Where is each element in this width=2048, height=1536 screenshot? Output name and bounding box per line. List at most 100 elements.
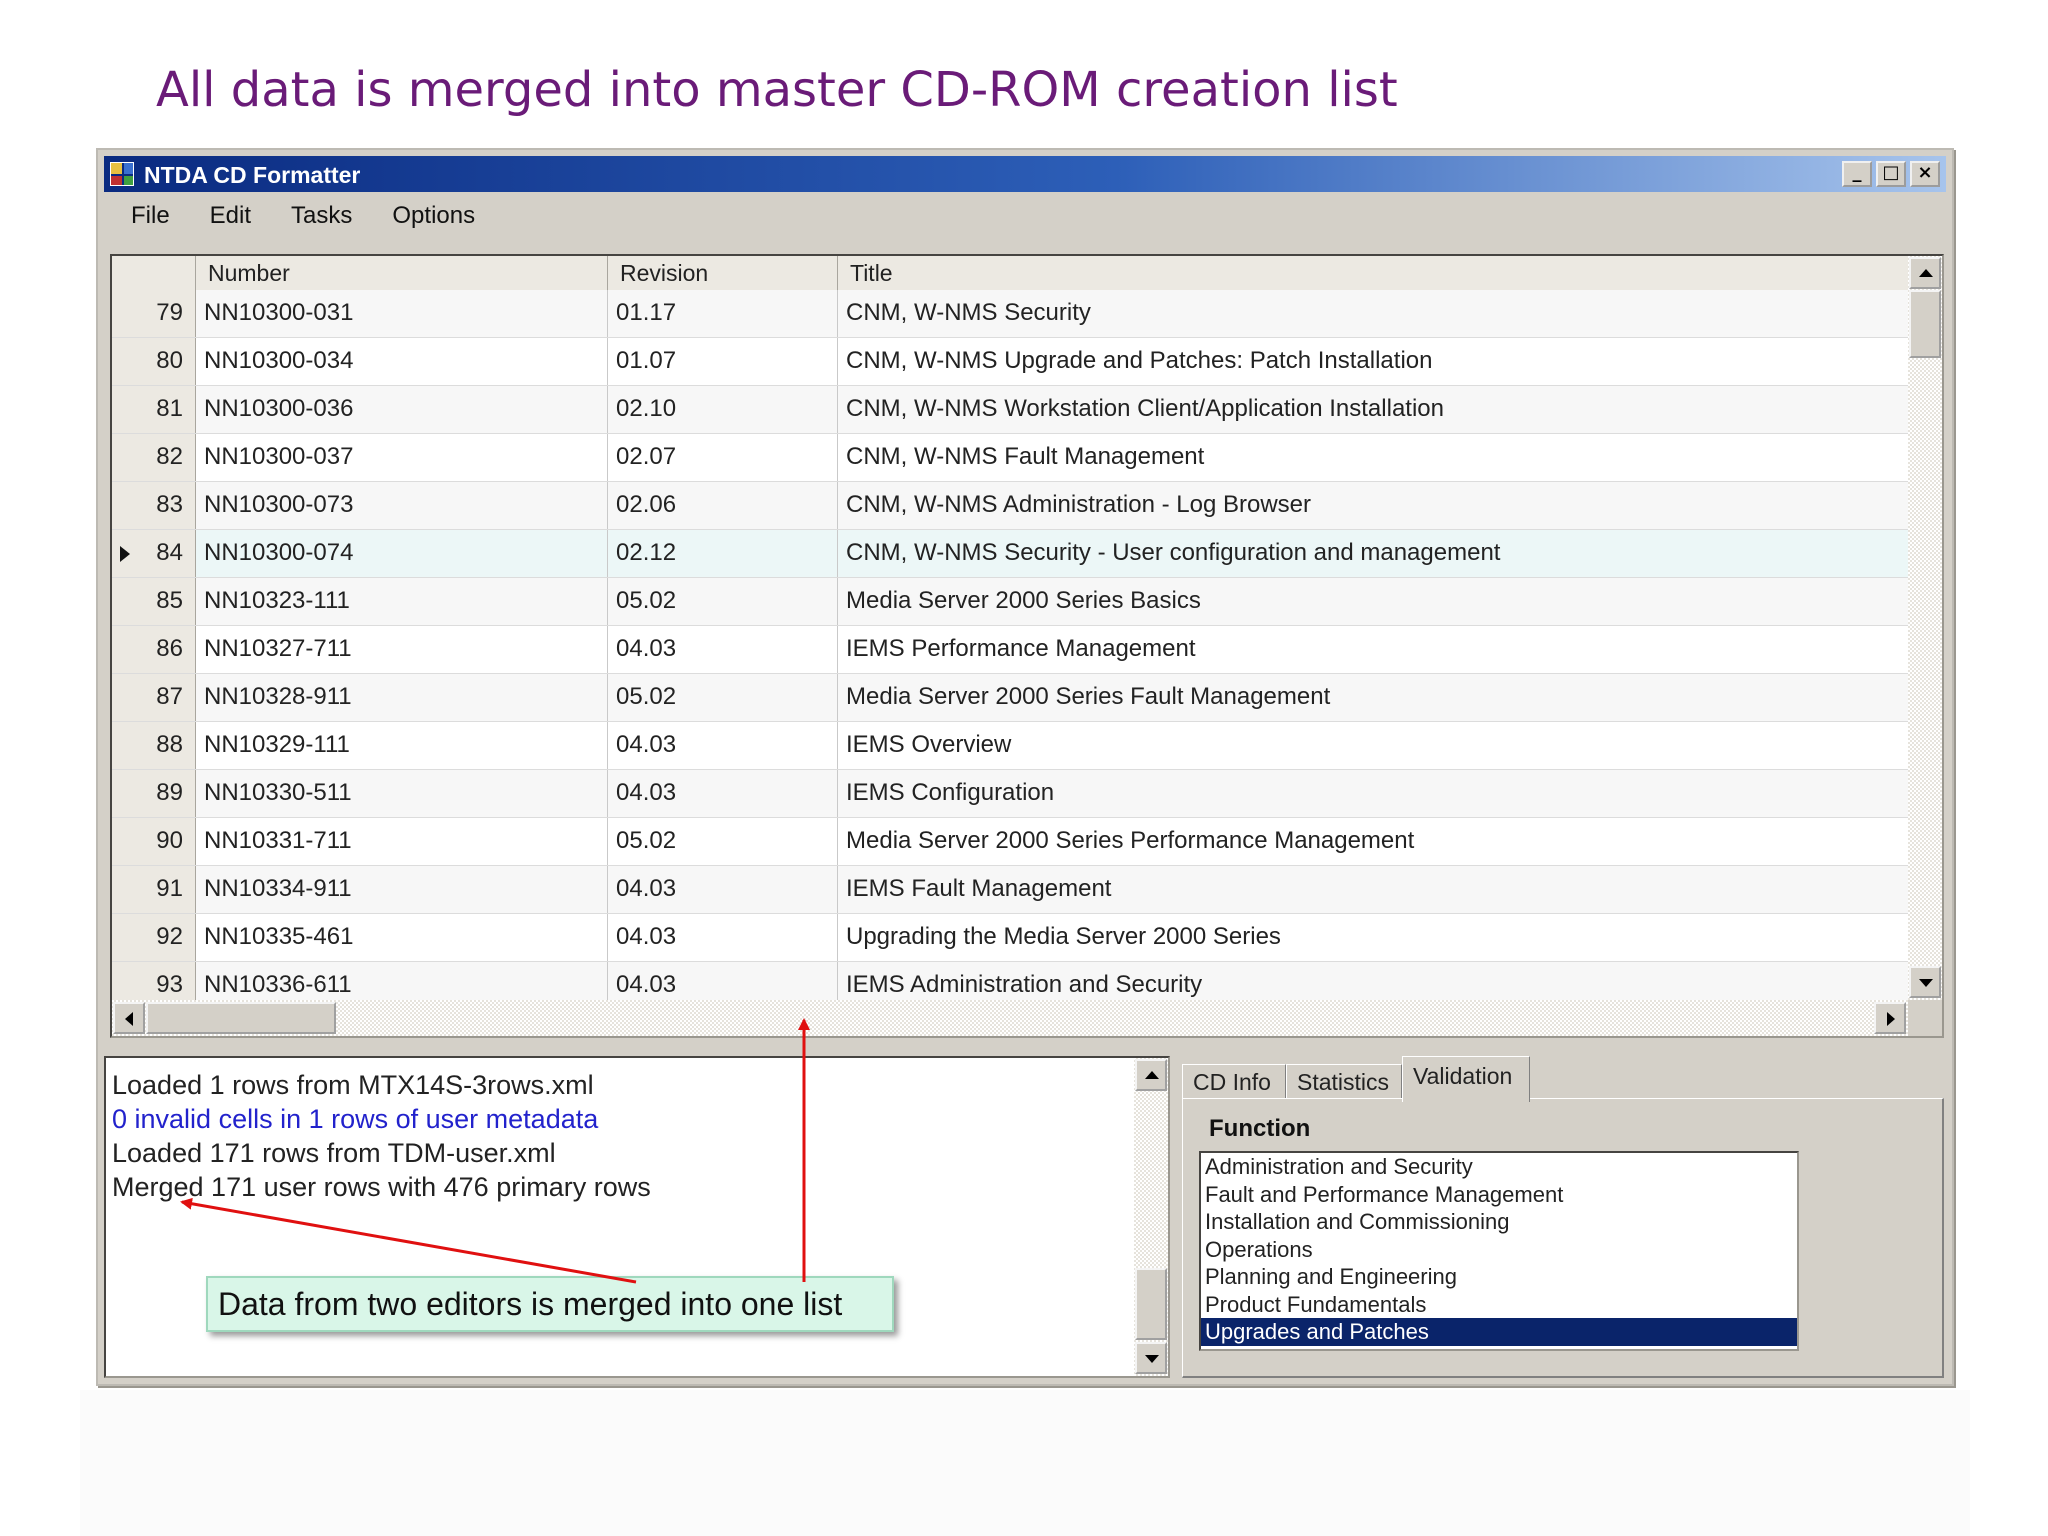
cell-revision[interactable]: 02.06: [608, 482, 838, 529]
row-header[interactable]: 86: [112, 626, 196, 673]
cell-revision[interactable]: 05.02: [608, 818, 838, 865]
cell-number[interactable]: NN10300-074: [196, 530, 608, 577]
cell-title[interactable]: Media Server 2000 Series Basics: [838, 578, 1908, 625]
function-option[interactable]: Installation and Commissioning: [1201, 1208, 1797, 1236]
menu-edit[interactable]: Edit: [191, 202, 272, 230]
row-header[interactable]: 88: [112, 722, 196, 769]
menu-file[interactable]: File: [104, 202, 191, 230]
log-scroll-thumb[interactable]: [1135, 1268, 1167, 1340]
table-row[interactable]: 92 NN10335-461 04.03 Upgrading the Media Se…: [112, 914, 1908, 962]
row-header[interactable]: 85: [112, 578, 196, 625]
cell-revision[interactable]: 04.03: [608, 626, 838, 673]
cell-number[interactable]: NN10300-031: [196, 290, 608, 337]
log-vertical-scrollbar[interactable]: [1134, 1058, 1168, 1376]
row-header[interactable]: 79: [112, 290, 196, 337]
table-row[interactable]: 81 NN10300-036 02.10 CNM, W-NMS Workstation…: [112, 386, 1908, 434]
scroll-right-button[interactable]: [1874, 1002, 1906, 1034]
cell-revision[interactable]: 04.03: [608, 914, 838, 961]
cell-number[interactable]: NN10323-111: [196, 578, 608, 625]
grid-horizontal-scrollbar[interactable]: [112, 1000, 1908, 1036]
cell-number[interactable]: NN10328-911: [196, 674, 608, 721]
table-row[interactable]: 80 NN10300-034 01.07 CNM, W-NMS Upgrade and…: [112, 338, 1908, 386]
close-button[interactable]: ×: [1910, 161, 1940, 187]
cell-revision[interactable]: 05.02: [608, 578, 838, 625]
table-row[interactable]: 90 NN10331-711 05.02 Media Server 2000 Seri…: [112, 818, 1908, 866]
scroll-left-button[interactable]: [113, 1002, 145, 1034]
cell-revision[interactable]: 04.03: [608, 866, 838, 913]
cell-title[interactable]: Media Server 2000 Series Performance Man…: [838, 818, 1908, 865]
cell-title[interactable]: IEMS Configuration: [838, 770, 1908, 817]
cell-revision[interactable]: 01.07: [608, 338, 838, 385]
menu-tasks[interactable]: Tasks: [272, 202, 373, 230]
cell-title[interactable]: CNM, W-NMS Security - User configuration…: [838, 530, 1908, 577]
cell-number[interactable]: NN10335-461: [196, 914, 608, 961]
cell-title[interactable]: CNM, W-NMS Upgrade and Patches: Patch In…: [838, 338, 1908, 385]
row-header[interactable]: 83: [112, 482, 196, 529]
cell-revision[interactable]: 02.07: [608, 434, 838, 481]
function-option[interactable]: Planning and Engineering: [1201, 1263, 1797, 1291]
vertical-scroll-thumb[interactable]: [1909, 290, 1941, 358]
function-option[interactable]: Administration and Security: [1201, 1153, 1797, 1181]
log-scroll-down-button[interactable]: [1135, 1342, 1167, 1374]
cell-title[interactable]: IEMS Fault Management: [838, 866, 1908, 913]
cell-number[interactable]: NN10300-037: [196, 434, 608, 481]
cell-revision[interactable]: 02.10: [608, 386, 838, 433]
table-row[interactable]: 86 NN10327-711 04.03 IEMS Performance Manag…: [112, 626, 1908, 674]
cell-number[interactable]: NN10300-073: [196, 482, 608, 529]
document-grid[interactable]: Number Revision Title 79 NN10300-031 01.17…: [110, 254, 1944, 1038]
row-header[interactable]: 91: [112, 866, 196, 913]
cell-title[interactable]: CNM, W-NMS Security: [838, 290, 1908, 337]
cell-number[interactable]: NN10300-036: [196, 386, 608, 433]
row-header[interactable]: 89: [112, 770, 196, 817]
function-option[interactable]: Fault and Performance Management: [1201, 1181, 1797, 1209]
cell-revision[interactable]: 04.03: [608, 770, 838, 817]
table-row[interactable]: 82 NN10300-037 02.07 CNM, W-NMS Fault Manag…: [112, 434, 1908, 482]
cell-number[interactable]: NN10331-711: [196, 818, 608, 865]
scroll-down-button[interactable]: [1909, 966, 1941, 998]
cell-number[interactable]: NN10329-111: [196, 722, 608, 769]
menu-options[interactable]: Options: [373, 202, 496, 230]
table-row[interactable]: 91 NN10334-911 04.03 IEMS Fault Management: [112, 866, 1908, 914]
row-header[interactable]: 80: [112, 338, 196, 385]
cell-title[interactable]: Media Server 2000 Series Fault Managemen…: [838, 674, 1908, 721]
column-header-title[interactable]: Title: [838, 256, 1908, 290]
row-header[interactable]: 87: [112, 674, 196, 721]
table-row[interactable]: 85 NN10323-111 05.02 Media Server 2000 Seri…: [112, 578, 1908, 626]
cell-number[interactable]: NN10300-034: [196, 338, 608, 385]
table-row[interactable]: 88 NN10329-111 04.03 IEMS Overview: [112, 722, 1908, 770]
row-header[interactable]: 81: [112, 386, 196, 433]
function-listbox[interactable]: Administration and Security Fault and Pe…: [1199, 1151, 1799, 1351]
column-header-revision[interactable]: Revision: [608, 256, 838, 290]
cell-title[interactable]: CNM, W-NMS Workstation Client/Applicatio…: [838, 386, 1908, 433]
cell-revision[interactable]: 04.03: [608, 722, 838, 769]
cell-title[interactable]: CNM, W-NMS Fault Management: [838, 434, 1908, 481]
cell-title[interactable]: CNM, W-NMS Administration - Log Browser: [838, 482, 1908, 529]
title-bar[interactable]: NTDA CD Formatter _ □ ×: [104, 156, 1946, 192]
maximize-button[interactable]: □: [1876, 161, 1906, 187]
row-header[interactable]: 82: [112, 434, 196, 481]
function-option[interactable]: Operations: [1201, 1236, 1797, 1264]
log-scroll-up-button[interactable]: [1135, 1059, 1167, 1091]
cell-title[interactable]: IEMS Performance Management: [838, 626, 1908, 673]
minimize-button[interactable]: _: [1842, 161, 1872, 187]
table-row[interactable]: 84 NN10300-074 02.12 CNM, W-NMS Security - …: [112, 530, 1908, 578]
horizontal-scroll-thumb[interactable]: [146, 1002, 336, 1034]
cell-revision[interactable]: 01.17: [608, 290, 838, 337]
function-option[interactable]: Product Fundamentals: [1201, 1291, 1797, 1319]
tab-statistics[interactable]: Statistics: [1286, 1064, 1402, 1098]
cell-title[interactable]: Upgrading the Media Server 2000 Series: [838, 914, 1908, 961]
table-row[interactable]: 83 NN10300-073 02.06 CNM, W-NMS Administrat…: [112, 482, 1908, 530]
cell-number[interactable]: NN10334-911: [196, 866, 608, 913]
column-header-number[interactable]: Number: [196, 256, 608, 290]
table-row[interactable]: 87 NN10328-911 05.02 Media Server 2000 Seri…: [112, 674, 1908, 722]
cell-revision[interactable]: 05.02: [608, 674, 838, 721]
function-option-selected[interactable]: Upgrades and Patches: [1201, 1318, 1797, 1346]
cell-number[interactable]: NN10330-511: [196, 770, 608, 817]
cell-title[interactable]: IEMS Overview: [838, 722, 1908, 769]
tab-validation[interactable]: Validation: [1402, 1056, 1530, 1102]
scroll-up-button[interactable]: [1909, 257, 1941, 289]
cell-revision[interactable]: 02.12: [608, 530, 838, 577]
table-row[interactable]: 79 NN10300-031 01.17 CNM, W-NMS Security: [112, 290, 1908, 338]
grid-vertical-scrollbar[interactable]: [1908, 256, 1942, 1000]
row-header[interactable]: 92: [112, 914, 196, 961]
